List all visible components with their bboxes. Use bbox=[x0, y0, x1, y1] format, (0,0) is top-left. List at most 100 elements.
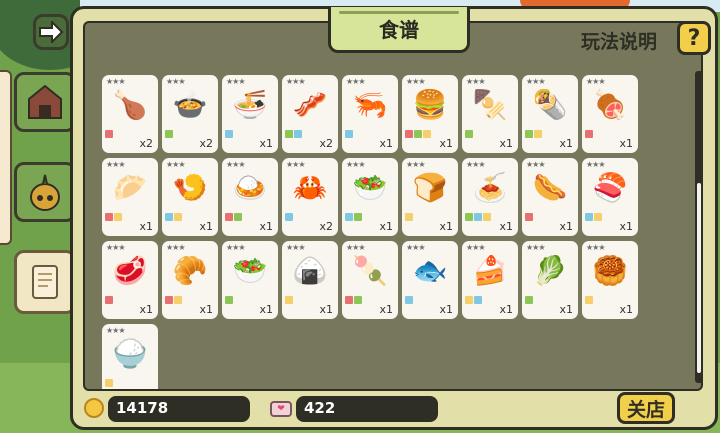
recipe-card[interactable]: ★★★ 🍤 x1 bbox=[162, 158, 218, 236]
nav-bag-button[interactable] bbox=[14, 162, 76, 222]
ingredient-tag bbox=[525, 213, 533, 221]
recipe-card[interactable]: ★★★ 🍙 x1 bbox=[282, 241, 338, 319]
star-rating: ★★★ bbox=[346, 243, 365, 252]
ingredient-tag bbox=[105, 296, 113, 304]
recipe-card[interactable]: ★★★ 🦐 x1 bbox=[342, 75, 398, 153]
recipe-card[interactable]: ★★★ 🍛 x1 bbox=[222, 158, 278, 236]
dish-count: x1 bbox=[259, 137, 273, 150]
recipe-card[interactable]: ★★★ 🥗 x1 bbox=[222, 241, 278, 319]
ingredient-tag bbox=[483, 213, 491, 221]
dish-icon: 🦐 bbox=[352, 88, 388, 121]
ingredient-tags bbox=[585, 213, 602, 221]
ingredient-tag bbox=[465, 130, 473, 138]
ingredient-tags bbox=[345, 296, 362, 304]
ingredient-tag bbox=[525, 296, 533, 304]
recipe-card[interactable]: ★★★ 🦀 x2 bbox=[282, 158, 338, 236]
ingredient-tag bbox=[345, 296, 353, 304]
ingredient-tags bbox=[525, 296, 533, 304]
ingredient-tag bbox=[285, 213, 293, 221]
ingredient-tag bbox=[534, 130, 542, 138]
recipe-card[interactable]: ★★★ 🍢 x1 bbox=[462, 75, 518, 153]
star-rating: ★★★ bbox=[166, 77, 185, 86]
recipe-card[interactable]: ★★★ 🥬 x1 bbox=[522, 241, 578, 319]
dish-icon: 🦀 bbox=[292, 171, 328, 204]
coin-count: 14178 bbox=[108, 396, 250, 422]
ingredient-tag bbox=[105, 379, 113, 387]
ingredient-tag bbox=[285, 130, 293, 138]
star-rating: ★★★ bbox=[466, 77, 485, 86]
dish-count: x1 bbox=[619, 220, 633, 233]
recipe-card[interactable]: ★★★ 🍡 x1 bbox=[342, 241, 398, 319]
ingredient-tag bbox=[225, 296, 233, 304]
bag-icon bbox=[30, 174, 60, 211]
recipe-card[interactable]: ★★★ 🍗 x2 bbox=[102, 75, 158, 153]
dish-icon: 🍚 bbox=[112, 337, 148, 370]
nav-shop-button[interactable] bbox=[14, 72, 76, 132]
ingredient-tag bbox=[474, 296, 482, 304]
recipe-card[interactable]: ★★★ 🍝 x1 bbox=[462, 158, 518, 236]
dish-count: x1 bbox=[379, 220, 393, 233]
nav-recipe-button[interactable] bbox=[14, 250, 76, 314]
recipe-card[interactable]: ★★★ 🍖 x1 bbox=[582, 75, 638, 153]
scrollbar-thumb[interactable] bbox=[697, 183, 701, 373]
star-rating: ★★★ bbox=[346, 77, 365, 86]
dish-count: x1 bbox=[439, 303, 453, 316]
recipe-card[interactable]: ★★★ 🥮 x1 bbox=[582, 241, 638, 319]
recipe-card[interactable]: ★★★ 🥗 x1 bbox=[342, 158, 398, 236]
ingredient-tags bbox=[105, 296, 113, 304]
dish-icon: 🍡 bbox=[352, 254, 388, 287]
recipe-card[interactable]: ★★★ 🍰 x1 bbox=[462, 241, 518, 319]
ingredient-tag bbox=[405, 130, 413, 138]
recipe-card[interactable]: ★★★ 🥐 x1 bbox=[162, 241, 218, 319]
close-shop-button[interactable]: 关店 bbox=[617, 392, 675, 424]
ingredient-tags bbox=[165, 296, 182, 304]
recipe-card[interactable]: ★★★ 🍞 x1 bbox=[402, 158, 458, 236]
dish-icon: 🍣 bbox=[592, 171, 628, 204]
recipe-card[interactable]: ★★★ 🐟 x1 bbox=[402, 241, 458, 319]
star-rating: ★★★ bbox=[586, 77, 605, 86]
dish-count: x1 bbox=[199, 303, 213, 316]
dish-icon: 🍗 bbox=[112, 88, 148, 121]
ingredient-tag bbox=[414, 130, 422, 138]
star-rating: ★★★ bbox=[586, 243, 605, 252]
dish-icon: 🥮 bbox=[592, 254, 628, 287]
star-rating: ★★★ bbox=[106, 243, 125, 252]
star-rating: ★★★ bbox=[106, 160, 125, 169]
dish-count: x1 bbox=[259, 303, 273, 316]
recipe-panel: ★★★ 🍗 x2 ★★★ 🍲 x2 ★★★ 🍜 x1 ★★★ 🥓 x2 ★★★ 🦐 x1 ★★★ 🍔 x1 ★★★ 🍢… bbox=[70, 6, 718, 430]
help-button[interactable]: ? bbox=[677, 21, 711, 55]
recipe-card[interactable]: ★★★ 🍣 x1 bbox=[582, 158, 638, 236]
recipe-card[interactable]: ★★★ 🥟 x1 bbox=[102, 158, 158, 236]
recipe-card[interactable]: ★★★ 🍔 x1 bbox=[402, 75, 458, 153]
dish-count: x2 bbox=[319, 137, 333, 150]
side-scroll-decoration bbox=[0, 70, 12, 245]
ingredient-tags bbox=[165, 213, 182, 221]
ingredient-tag bbox=[525, 130, 533, 138]
ingredient-tag bbox=[465, 213, 473, 221]
dish-icon: 🍔 bbox=[412, 88, 448, 121]
ingredient-tags bbox=[345, 130, 353, 138]
ingredient-tags bbox=[285, 213, 293, 221]
ingredient-tags bbox=[525, 213, 533, 221]
recipe-card[interactable]: ★★★ 🍜 x1 bbox=[222, 75, 278, 153]
ingredient-tag bbox=[423, 130, 431, 138]
ingredient-tags bbox=[225, 130, 233, 138]
ingredient-tag bbox=[225, 213, 233, 221]
ingredient-tag bbox=[105, 213, 113, 221]
dish-count: x1 bbox=[259, 220, 273, 233]
ingredient-tags bbox=[105, 213, 122, 221]
recipe-card[interactable]: ★★★ 🍲 x2 bbox=[162, 75, 218, 153]
dish-count: x1 bbox=[499, 220, 513, 233]
help-label[interactable]: 玩法说明 bbox=[581, 27, 657, 54]
coin-icon bbox=[84, 398, 104, 418]
recipe-card[interactable]: ★★★ 🌯 x1 bbox=[522, 75, 578, 153]
ingredient-tags bbox=[285, 130, 302, 138]
recipe-card[interactable]: ★★★ 🥓 x2 bbox=[282, 75, 338, 153]
recipe-card[interactable]: ★★★ 🥩 x1 bbox=[102, 241, 158, 319]
ingredient-tag bbox=[105, 130, 113, 138]
star-rating: ★★★ bbox=[286, 243, 305, 252]
recipe-card[interactable]: ★★★ 🍚 bbox=[102, 324, 158, 389]
recipe-card[interactable]: ★★★ 🌭 x1 bbox=[522, 158, 578, 236]
expand-arrow-button[interactable] bbox=[33, 14, 69, 50]
dish-icon: 🍙 bbox=[292, 254, 328, 287]
